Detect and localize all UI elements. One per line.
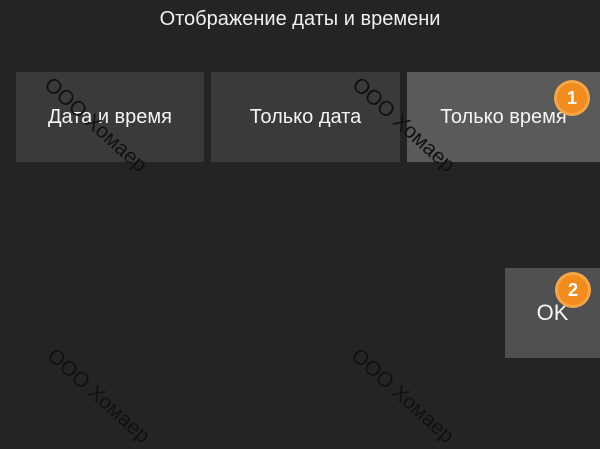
date-only-label: Только дата [249,105,362,128]
dialog-title: Отображение даты и времени [159,8,441,30]
date-and-time-button[interactable]: Дата и время [16,72,204,162]
watermark-text: ООО Хомаер [42,344,155,448]
watermark-text: ООО Хомаер [346,344,459,448]
time-only-label: Только время [440,105,567,128]
annotation-badge-2: 2 [558,275,588,305]
date-and-time-label: Дата и время [47,105,173,128]
annotation-badge-1: 1 [557,83,587,113]
ok-label: OK [536,300,569,325]
date-only-button[interactable]: Только дата [211,72,400,162]
